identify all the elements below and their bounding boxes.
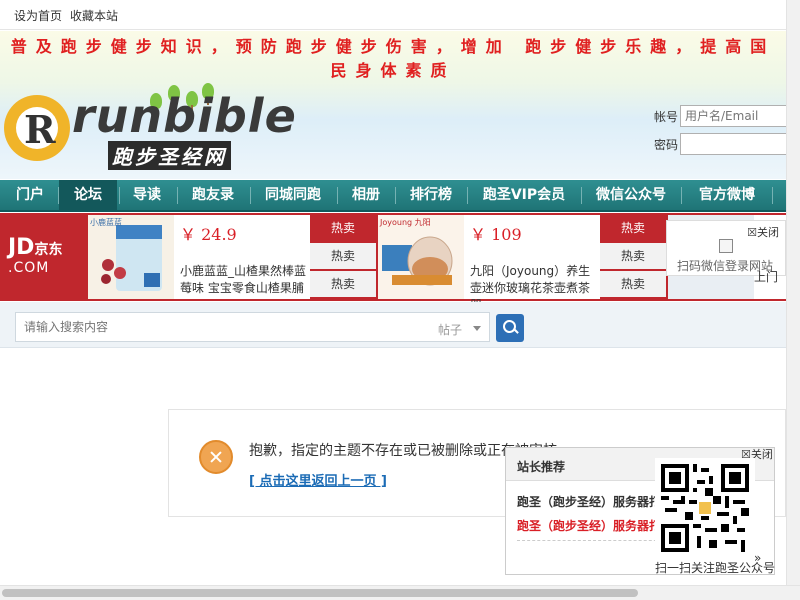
jd-logo[interactable]: JD京东 .COM bbox=[8, 235, 62, 276]
nav-divider bbox=[58, 187, 59, 204]
vertical-scrollbar[interactable] bbox=[786, 0, 800, 585]
go-back-link[interactable]: [ 点击这里返回上一页 ] bbox=[249, 470, 387, 489]
ad-product-image: Joyoung 九阳 bbox=[378, 215, 464, 299]
nav-item-guide[interactable]: 导读 bbox=[121, 180, 173, 210]
set-homepage-link[interactable]: 设为首页 bbox=[14, 7, 62, 24]
nav-item-local-run[interactable]: 同城同跑 bbox=[253, 180, 333, 210]
ad-image-brand: 小鹿蓝蓝 bbox=[90, 218, 122, 227]
logo-wordmark: runbible bbox=[72, 89, 297, 143]
nav-divider bbox=[177, 187, 178, 204]
main-nav: 门户 论坛 导读 跑友录 同城同跑 相册 排行榜 跑圣VIP会员 微信公众号 官… bbox=[0, 180, 786, 212]
qr-code bbox=[661, 464, 749, 552]
hot-sale-tab[interactable]: 热卖 bbox=[310, 271, 376, 297]
divider bbox=[517, 540, 667, 541]
account-label: 帐号 bbox=[654, 110, 679, 124]
hot-sale-tab[interactable]: 热卖 bbox=[600, 243, 666, 269]
top-links-bar: 设为首页 收藏本站 bbox=[0, 0, 786, 30]
recommend-item[interactable]: 跑圣（跑步圣经）服务器打 bbox=[517, 493, 662, 510]
password-input[interactable] bbox=[680, 133, 790, 155]
ad-price: ￥ 109 bbox=[470, 225, 522, 244]
recommend-title: 站长推荐 bbox=[517, 460, 566, 474]
nav-item-wechat[interactable]: 微信公众号 bbox=[584, 180, 678, 210]
hot-sale-tab[interactable]: 热卖 bbox=[600, 271, 666, 297]
chevron-down-icon bbox=[473, 326, 481, 331]
nav-divider bbox=[337, 187, 338, 204]
error-icon bbox=[199, 440, 233, 474]
search-type-value: 帖子 bbox=[438, 323, 463, 337]
site-logo[interactable]: R runbible 跑步圣经网 bbox=[4, 89, 296, 175]
horizontal-scrollbar[interactable] bbox=[0, 585, 800, 600]
nav-divider bbox=[467, 187, 468, 204]
search-bar: 帖子 bbox=[0, 302, 786, 348]
ad-price: ￥ 24.9 bbox=[180, 225, 237, 244]
ad-product-1[interactable]: 小鹿蓝蓝 ￥ 24.9 小鹿蓝蓝_山楂果然棒蓝莓味 宝宝零食山楂果脯 bbox=[88, 215, 310, 299]
logo-subtitle: 跑步圣经网 bbox=[108, 141, 231, 170]
password-label: 密码 bbox=[654, 138, 679, 152]
account-input[interactable] bbox=[680, 105, 790, 127]
scrollbar-thumb[interactable] bbox=[2, 589, 638, 597]
nav-item-runners[interactable]: 跑友录 bbox=[180, 180, 246, 210]
nav-divider bbox=[395, 187, 396, 204]
ad-product-2[interactable]: Joyoung 九阳 ￥ 109 九阳（Joyoung）养生壶迷你玻璃花茶壶煮茶… bbox=[378, 215, 600, 312]
bookmark-site-link[interactable]: 收藏本站 bbox=[70, 7, 118, 24]
hot-sale-tab[interactable]: 热卖 bbox=[600, 215, 666, 241]
ad-clipped-text: 上门 bbox=[754, 270, 779, 284]
nav-divider bbox=[119, 187, 120, 204]
hot-sale-tab[interactable]: 热卖 bbox=[310, 243, 376, 269]
nav-divider bbox=[581, 187, 582, 204]
recommend-item[interactable]: 跑圣（跑步圣经）服务器打 bbox=[517, 517, 662, 534]
site-slogan: 普及跑步健步知识，预防跑步健步伤害，增加 跑步健步乐趣，提高国民身体素质 bbox=[10, 37, 776, 80]
nav-item-forum[interactable]: 论坛 bbox=[59, 180, 117, 210]
popup-close-button[interactable]: ☒关闭 bbox=[747, 224, 779, 240]
nav-item-portal[interactable]: 门户 bbox=[6, 180, 54, 210]
ad-title: 小鹿蓝蓝_山楂果然棒蓝莓味 宝宝零食山楂果脯 bbox=[180, 264, 307, 295]
nav-divider bbox=[681, 187, 682, 204]
nav-item-ranking[interactable]: 排行榜 bbox=[398, 180, 464, 210]
nav-item-album[interactable]: 相册 bbox=[340, 180, 392, 210]
search-type-select[interactable]: 帖子 bbox=[428, 312, 490, 342]
header-banner: 普及跑步健步知识，预防跑步健步伤害，增加 跑步健步乐趣，提高国民身体素质 R r… bbox=[0, 31, 790, 179]
qr-caption: 扫一扫关注跑圣公众号 bbox=[655, 561, 776, 575]
nav-divider bbox=[250, 187, 251, 204]
ad-image-brand: Joyoung 九阳 bbox=[380, 218, 431, 227]
search-input[interactable] bbox=[15, 312, 429, 342]
search-button[interactable] bbox=[496, 314, 524, 342]
page: 设为首页 收藏本站 普及跑步健步知识，预防跑步健步伤害，增加 跑步健步乐趣，提高… bbox=[0, 0, 800, 600]
ad-product-image: 小鹿蓝蓝 bbox=[88, 215, 174, 299]
nav-item-weibo[interactable]: 官方微博 bbox=[684, 180, 770, 210]
nav-item-vip[interactable]: 跑圣VIP会员 bbox=[470, 180, 578, 210]
logo-mark-icon: R bbox=[4, 95, 70, 161]
broken-image-icon bbox=[719, 239, 733, 253]
nav-divider bbox=[772, 187, 773, 204]
wechat-qr-card bbox=[655, 458, 755, 554]
hot-sale-tab[interactable]: 热卖 bbox=[310, 215, 376, 241]
